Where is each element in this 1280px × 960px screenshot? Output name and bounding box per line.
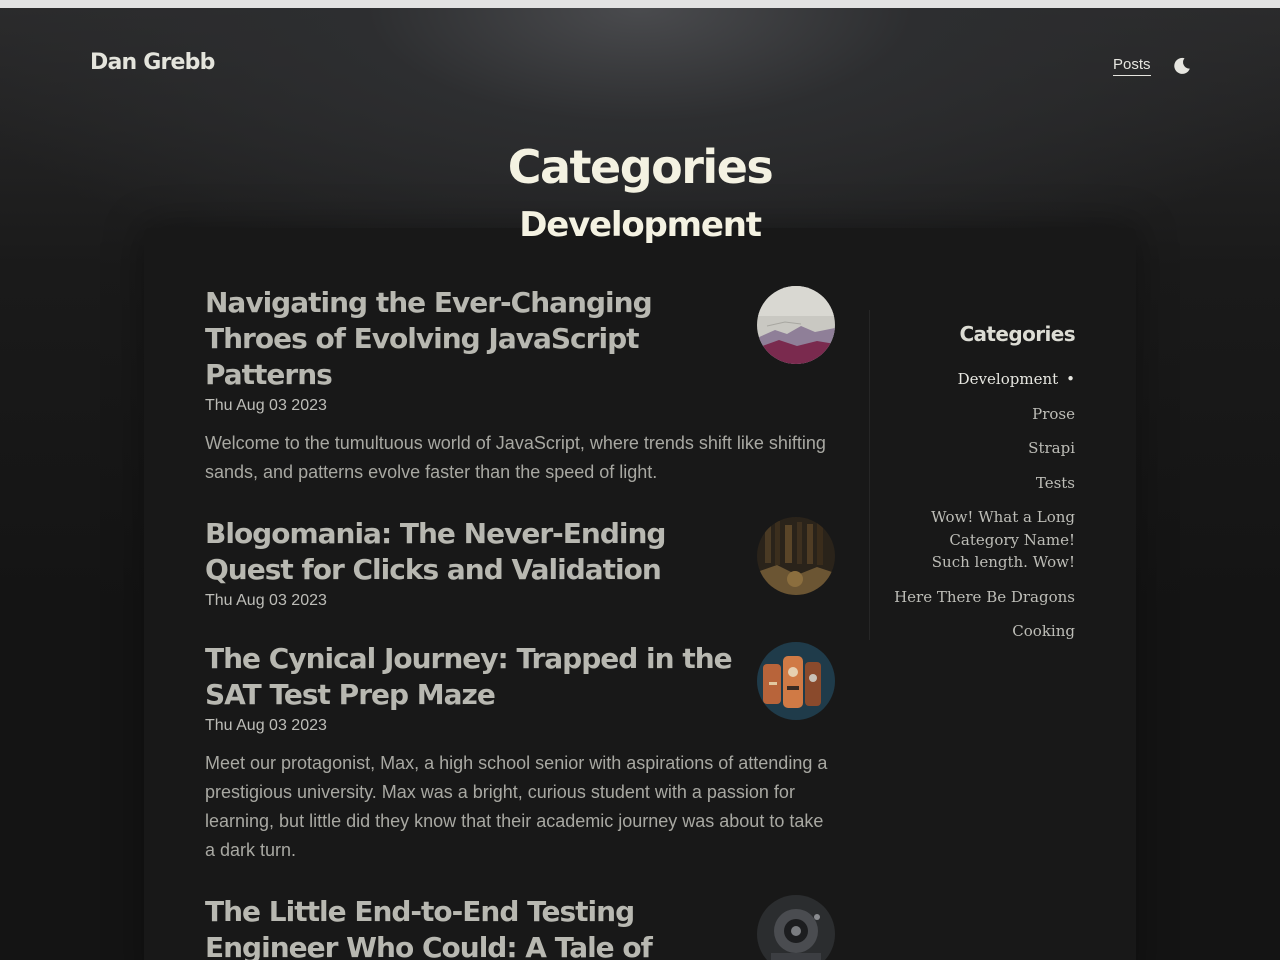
post-date: Thu Aug 03 2023 [205,397,327,414]
post-title[interactable]: The Little End-to-End Testing Engineer W… [205,894,735,960]
nav-link-posts[interactable]: Posts [1113,56,1151,76]
category-item-long-name[interactable]: Wow! What a Long Category Name! Such len… [880,506,1075,574]
category-item-dragons[interactable]: Here There Be Dragons [880,586,1075,609]
category-item-cooking[interactable]: Cooking [880,620,1075,643]
post-title[interactable]: Blogomania: The Never-Ending Quest for C… [205,516,735,588]
category-item-tests[interactable]: Tests [880,472,1075,495]
category-sidebar: Categories Development • Prose Strapi Tes… [880,322,1076,655]
site-title[interactable]: Dan Grebb [90,50,215,75]
browser-top-strip [0,0,1280,8]
page-title: Categories [507,140,774,194]
category-list: Development • Prose Strapi Tests Wow! Wha… [880,368,1075,643]
post-thumbnail[interactable] [757,895,835,960]
post-title[interactable]: The Cynical Journey: Trapped in the SAT … [205,641,735,713]
post-title[interactable]: Navigating the Ever-Changing Throes of E… [205,285,735,393]
post-date: Thu Aug 03 2023 [205,592,327,609]
category-subtitle: Development [519,205,762,245]
post-thumbnail[interactable] [757,517,835,595]
post-thumbnail[interactable] [757,642,835,720]
active-indicator: • [1066,370,1075,388]
post-card: The Little End-to-End Testing Engineer W… [205,894,835,960]
post-card: Navigating the Ever-Changing Throes of E… [205,285,835,487]
category-item-development[interactable]: Development • [880,368,1075,391]
post-card: The Cynical Journey: Trapped in the SAT … [205,641,835,865]
sidebar-divider [869,310,870,640]
post-card: Blogomania: The Never-Ending Quest for C… [205,516,835,610]
post-thumbnail[interactable] [757,286,835,364]
post-date: Thu Aug 03 2023 [205,717,327,734]
category-label: Development [957,370,1059,388]
category-item-strapi[interactable]: Strapi [880,437,1075,460]
post-excerpt: Welcome to the tumultuous world of JavaS… [205,433,826,482]
category-item-prose[interactable]: Prose [880,403,1075,426]
post-excerpt: Meet our protagonist, Max, a high school… [205,753,828,860]
sidebar-title: Categories [959,322,1075,346]
moon-icon[interactable] [1172,56,1192,76]
